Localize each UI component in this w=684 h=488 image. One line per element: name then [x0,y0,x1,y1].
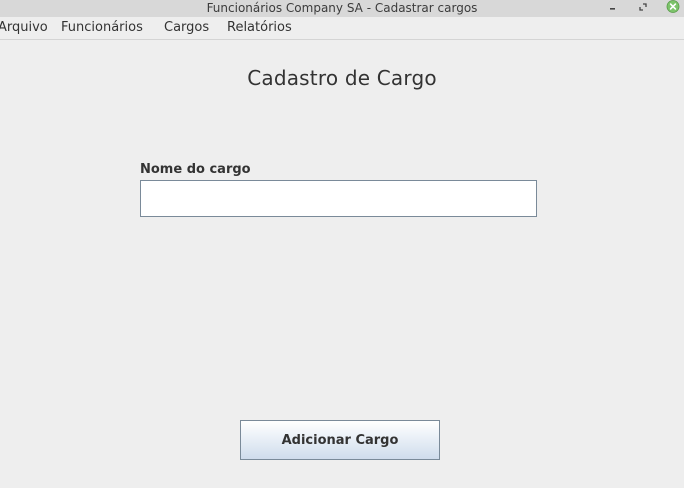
minimize-icon [610,8,615,10]
menu-cargos[interactable]: Cargos [164,17,209,39]
page-title: Cadastro de Cargo [247,66,437,90]
menu-funcionarios[interactable]: Funcionários [61,17,143,39]
minimize-button[interactable] [606,0,620,14]
close-icon [666,0,680,13]
window-title: Funcionários Company SA - Cadastrar carg… [206,1,478,15]
cargo-name-input[interactable] [140,180,537,217]
maximize-button[interactable] [636,0,650,14]
close-button[interactable] [666,0,680,14]
cargo-name-label: Nome do cargo [140,162,251,177]
menu-bar: Arquivo Funcionários Cargos Relatórios [0,17,684,40]
maximize-icon [639,3,647,11]
add-cargo-button[interactable]: Adicionar Cargo [240,420,440,460]
app-window: Funcionários Company SA - Cadastrar carg… [0,0,684,488]
menu-arquivo[interactable]: Arquivo [0,17,48,39]
title-bar[interactable]: Funcionários Company SA - Cadastrar carg… [0,0,684,17]
menu-relatorios[interactable]: Relatórios [227,17,292,39]
